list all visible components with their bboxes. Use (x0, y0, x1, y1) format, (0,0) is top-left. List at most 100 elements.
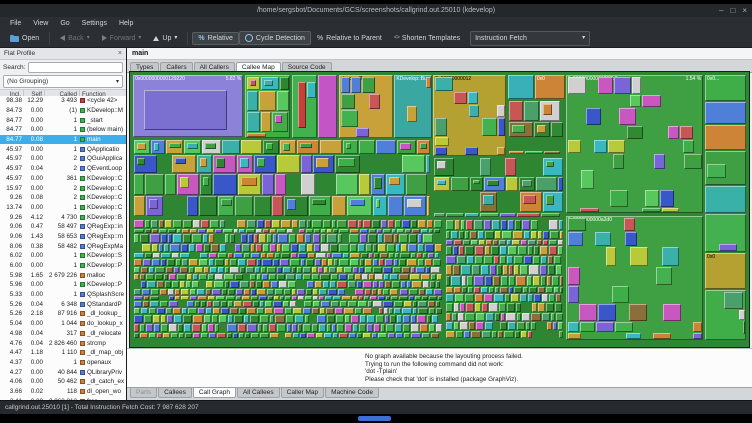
treemap-cell[interactable] (431, 333, 440, 339)
treemap-cell[interactable] (291, 267, 296, 273)
treemap-cell[interactable] (306, 228, 313, 234)
treemap-cell[interactable] (524, 151, 543, 155)
treemap-cell[interactable] (435, 118, 447, 136)
treemap-cell[interactable] (201, 333, 209, 339)
treemap-cell[interactable] (435, 136, 450, 147)
treemap-cell[interactable] (446, 220, 455, 230)
treemap-cell[interactable] (501, 220, 507, 230)
treemap-cell[interactable] (284, 308, 292, 314)
treemap-cell[interactable] (481, 118, 498, 136)
treemap-cell[interactable] (206, 308, 213, 314)
treemap-cell[interactable] (534, 293, 541, 303)
treemap-block[interactable]: 0x0 (534, 75, 565, 99)
treemap-cell[interactable] (172, 308, 182, 314)
treemap-cell[interactable] (567, 232, 583, 247)
treemap-cell[interactable] (520, 293, 527, 303)
treemap-cell[interactable] (154, 273, 163, 280)
treemap-cell[interactable] (509, 286, 514, 293)
treemap-cell[interactable] (306, 333, 316, 339)
treemap-cell[interactable] (457, 312, 465, 321)
treemap-cell[interactable] (350, 314, 360, 324)
treemap-cell[interactable] (260, 77, 280, 91)
treemap-cell[interactable] (579, 321, 595, 332)
treemap-cell[interactable] (742, 321, 745, 334)
treemap-cell[interactable] (460, 303, 465, 312)
treemap-cell[interactable] (351, 77, 362, 94)
treemap-cell[interactable] (615, 321, 633, 332)
treemap-cell[interactable] (692, 321, 703, 332)
treemap-cell[interactable] (484, 220, 492, 230)
treemap-cell[interactable] (200, 157, 208, 167)
treemap-cell[interactable] (480, 286, 488, 293)
treemap-cell[interactable] (169, 273, 176, 280)
table-row[interactable]: 13.74 0.00 1 KDevelop::C (0, 203, 126, 213)
treemap-cell[interactable] (306, 220, 312, 228)
treemap-cell[interactable] (247, 220, 256, 228)
treemap-cell[interactable] (197, 154, 213, 174)
treemap-cell[interactable] (389, 177, 401, 186)
treemap-cell[interactable] (263, 244, 269, 253)
treemap-cell[interactable] (213, 154, 237, 174)
treemap-cell[interactable] (134, 195, 146, 217)
treemap-cell[interactable] (134, 267, 140, 273)
treemap-cell[interactable] (371, 289, 378, 295)
treemap-cell[interactable] (265, 308, 273, 314)
treemap-block[interactable] (705, 150, 746, 185)
treemap-cell[interactable] (496, 265, 503, 275)
treemap-cell[interactable] (367, 301, 373, 308)
grouping-combobox[interactable]: (No Grouping) ▾ (3, 75, 123, 88)
treemap-cell[interactable] (303, 267, 311, 273)
treemap-cell[interactable] (203, 244, 211, 253)
treemap-cell[interactable] (263, 228, 269, 234)
treemap-cell[interactable] (186, 273, 192, 280)
treemap-cell[interactable] (549, 293, 556, 303)
treemap-cell[interactable] (165, 174, 176, 195)
treemap-cell[interactable] (533, 122, 550, 138)
treemap-cell[interactable] (202, 177, 209, 186)
treemap-cell[interactable] (499, 255, 507, 265)
treemap-cell[interactable] (134, 228, 144, 234)
treemap-cell[interactable] (338, 333, 349, 339)
treemap-cell[interactable] (350, 253, 360, 259)
treemap-cell[interactable] (260, 333, 270, 339)
treemap-cell[interactable] (313, 154, 335, 174)
treemap-cell[interactable] (240, 234, 248, 243)
treemap-cell[interactable] (428, 228, 434, 234)
treemap-cell[interactable] (206, 228, 215, 234)
treemap-cell[interactable] (485, 230, 494, 239)
treemap-cell[interactable] (542, 239, 548, 246)
treemap-cell[interactable] (540, 275, 547, 286)
function-list[interactable]: 98.38 12.29 3 493 <cycle 42> 84.73 0.00 (1) KDe… (0, 96, 126, 400)
menu-item-settings[interactable]: Settings (76, 19, 113, 28)
treemap-cell[interactable] (426, 314, 431, 324)
treemap-cell[interactable] (411, 324, 420, 333)
treemap-cell[interactable] (337, 267, 343, 273)
treemap-cell[interactable] (202, 234, 208, 243)
treemap-cell[interactable] (684, 153, 702, 170)
treemap-cell[interactable] (165, 220, 173, 228)
treemap-cell[interactable] (134, 289, 142, 295)
treemap-cell[interactable] (399, 142, 412, 151)
treemap-cell[interactable] (259, 91, 277, 111)
table-row[interactable]: 45.97 0.00 1 QApplicatio (0, 144, 126, 154)
table-row[interactable]: 45.97 0.04 2 QEventLoop (0, 164, 126, 174)
treemap-cell[interactable] (394, 324, 402, 333)
treemap-cell[interactable] (383, 308, 388, 314)
treemap-cell[interactable] (134, 314, 143, 324)
treemap-cell[interactable] (212, 174, 237, 195)
treemap-area[interactable] (445, 219, 564, 340)
table-row[interactable]: 45.97 0.00 361 KDevelop::C (0, 174, 126, 184)
treemap-cell[interactable] (284, 195, 309, 217)
treemap-cell[interactable] (411, 253, 417, 259)
treemap-cell[interactable] (380, 324, 386, 333)
treemap-cell[interactable] (349, 333, 357, 339)
treemap-cell[interactable] (528, 246, 534, 255)
treemap-cell[interactable] (186, 301, 195, 308)
treemap-cell[interactable] (497, 147, 506, 156)
treemap-cell[interactable] (202, 139, 221, 154)
treemap-cell[interactable] (164, 244, 170, 253)
treemap-cell[interactable] (567, 332, 582, 340)
treemap-cell[interactable] (339, 228, 349, 234)
treemap-cell[interactable] (264, 220, 271, 228)
treemap-cell[interactable] (522, 220, 531, 230)
